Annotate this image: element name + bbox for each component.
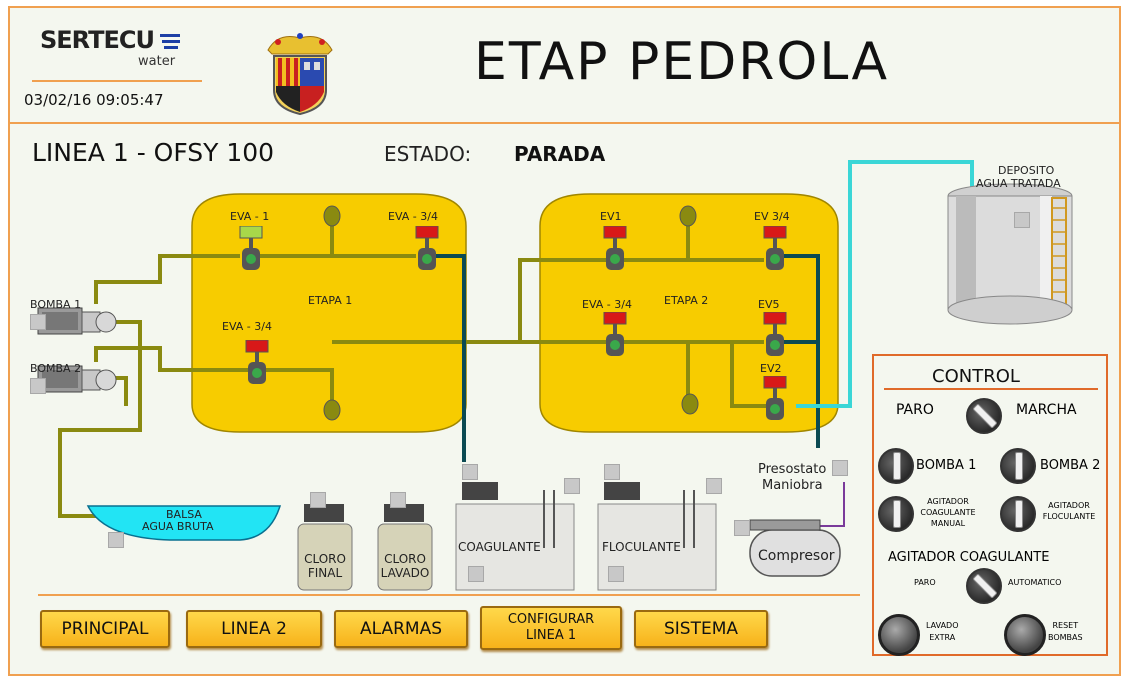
cloro-lavado-line2: LAVADO — [380, 566, 430, 580]
control-title: CONTROL — [932, 366, 1020, 387]
bomba1-switch[interactable] — [878, 448, 914, 484]
agitador-coagulante-manual-switch[interactable] — [878, 496, 914, 532]
coagulante-level-indicator[interactable] — [468, 566, 484, 582]
configurar-line2: LINEA 1 — [525, 628, 577, 643]
stage1-label: ETAPA 1 — [308, 294, 353, 307]
marcha-label: MARCHA — [1016, 402, 1077, 418]
nav-configurar-linea1-button[interactable]: CONFIGURAR LINEA 1 — [480, 606, 622, 650]
pump1-label: BOMBA 1 — [30, 298, 82, 311]
presostato-indicator[interactable] — [832, 460, 848, 476]
nav-alarmas-button[interactable]: ALARMAS — [334, 610, 468, 648]
agitador-coagulante-manual-label: AGITADOR COAGULANTE MANUAL — [916, 496, 980, 529]
lavado-extra-label: LAVADO EXTRA — [926, 620, 959, 644]
valve-ev2-icon[interactable] — [762, 376, 788, 426]
cloro-lavado-line1: CLORO — [384, 552, 426, 566]
cloro-final-line2: FINAL — [307, 566, 343, 580]
agitador-coagulante-title: AGITADOR COAGULANTE — [888, 550, 1050, 565]
valve-eva34-b-icon[interactable] — [244, 340, 270, 390]
stage2-label: ETAPA 2 — [664, 294, 709, 307]
reset-bombas-button[interactable] — [1004, 614, 1046, 656]
treated-tank-label-1: DEPOSITO — [998, 164, 1055, 177]
valve-eva34-c-icon[interactable] — [602, 312, 628, 362]
lavado-line2: EXTRA — [929, 633, 956, 642]
agit-coag-line1: AGITADOR — [927, 497, 969, 506]
floculante-pump-indicator[interactable] — [604, 464, 620, 480]
valve-ev34-icon[interactable] — [762, 226, 788, 276]
floculante-agitator-indicator[interactable] — [706, 478, 722, 494]
agit-floc-line1: AGITADOR — [1048, 501, 1090, 510]
reset-line2: BOMBAS — [1048, 633, 1083, 642]
agit-coag-line2: COAGULANTE — [920, 508, 976, 517]
floculante-level-indicator[interactable] — [608, 566, 624, 582]
valve-label-eva34-c: EVA - 3/4 — [582, 298, 632, 311]
lavado-extra-button[interactable] — [878, 614, 920, 656]
agitador-floculante-switch[interactable] — [1000, 496, 1036, 532]
control-title-underline — [884, 388, 1098, 390]
valve-label-ev2: EV2 — [760, 362, 782, 375]
control-panel: CONTROL PARO MARCHA BOMBA 1 BOMBA 2 AGIT… — [872, 354, 1108, 656]
automatico-label: AUTOMATICO — [1008, 578, 1062, 587]
valve-label-eva1: EVA - 1 — [230, 210, 270, 223]
floculante-label: FLOCULANTE — [602, 540, 681, 554]
agitador-floculante-label: AGITADOR FLOCULANTE — [1036, 500, 1102, 522]
treated-tank-indicator[interactable] — [1014, 212, 1030, 228]
valve-ev1-icon[interactable] — [602, 226, 628, 276]
pond-level-indicator[interactable] — [108, 532, 124, 548]
hmi-screen: SERTECU water 03/02/16 09:05:47 ETAP PED… — [8, 6, 1121, 676]
valve-ev5-icon[interactable] — [762, 312, 788, 362]
coagulante-label: COAGULANTE — [458, 540, 541, 554]
pond-label-2: AGUA BRUTA — [142, 520, 214, 533]
valve-label-ev34: EV 3/4 — [754, 210, 790, 223]
cloro-final-line1: CLORO — [304, 552, 346, 566]
cloro-final-label: CLORO FINAL — [304, 552, 346, 580]
paro-small-label: PARO — [914, 578, 936, 587]
nav-sistema-button[interactable]: SISTEMA — [634, 610, 768, 648]
bomba1-label: BOMBA 1 — [916, 458, 977, 473]
agitador-coagulante-mode-switch[interactable] — [966, 568, 1002, 604]
agit-coag-line3: MANUAL — [930, 519, 966, 528]
valve-label-eva34-a: EVA - 3/4 — [388, 210, 438, 223]
pump2-status-indicator[interactable] — [30, 378, 46, 394]
valve-label-ev1: EV1 — [600, 210, 622, 223]
reset-line1: RESET — [1052, 621, 1079, 630]
cloro-final-indicator[interactable] — [310, 492, 326, 508]
reset-bombas-label: RESET BOMBAS — [1048, 620, 1083, 644]
configurar-line1: CONFIGURAR — [507, 612, 595, 627]
compressor-indicator[interactable] — [734, 520, 750, 536]
agit-floc-line2: FLOCULANTE — [1042, 512, 1096, 521]
bomba2-switch[interactable] — [1000, 448, 1036, 484]
valve-label-eva34-b: EVA - 3/4 — [222, 320, 272, 333]
presostato-label-1: Presostato — [758, 462, 827, 477]
nav-linea2-button[interactable]: LINEA 2 — [186, 610, 322, 648]
lavado-line1: LAVADO — [926, 621, 959, 630]
valve-eva1-icon[interactable] — [238, 226, 264, 276]
coagulante-agitator-indicator[interactable] — [564, 478, 580, 494]
paro-marcha-switch[interactable] — [966, 398, 1002, 434]
presostato-label-2: Maniobra — [762, 478, 823, 493]
treated-tank-label-2: AGUA TRATADA — [976, 177, 1061, 190]
valve-eva34-a-icon[interactable] — [414, 226, 440, 276]
valve-label-ev5: EV5 — [758, 298, 780, 311]
coagulante-pump-indicator[interactable] — [462, 464, 478, 480]
footer-divider — [38, 594, 860, 596]
paro-label: PARO — [896, 402, 934, 418]
cloro-lavado-label: CLORO LAVADO — [380, 552, 430, 580]
nav-principal-button[interactable]: PRINCIPAL — [40, 610, 170, 648]
bomba2-label: BOMBA 2 — [1040, 458, 1101, 473]
compressor-label: Compresor — [758, 548, 835, 564]
pump2-label: BOMBA 2 — [30, 362, 82, 375]
pump1-status-indicator[interactable] — [30, 314, 46, 330]
cloro-lavado-indicator[interactable] — [390, 492, 406, 508]
